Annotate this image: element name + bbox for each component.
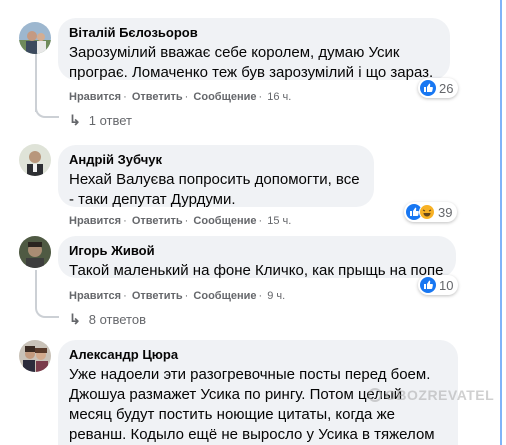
message-link[interactable]: Сообщение [193, 290, 256, 302]
comment-actions: Нравится · Ответить · Сообщение · 15 ч. [69, 215, 292, 227]
comment-actions: Нравится · Ответить · Сообщение · 16 ч. [69, 91, 292, 103]
replies-count[interactable]: 1 ответ [89, 113, 132, 128]
replies-count[interactable]: 8 ответов [89, 312, 146, 327]
reaction-number: 39 [438, 204, 453, 220]
comment-time[interactable]: 15 ч. [267, 215, 291, 227]
view-replies[interactable]: ↳ 1 ответ [69, 112, 132, 129]
right-border [500, 0, 502, 445]
message-link[interactable]: Сообщение [193, 91, 256, 103]
view-replies[interactable]: ↳ 8 ответов [69, 311, 146, 328]
reaction-count[interactable]: 26 [418, 78, 459, 98]
like-link[interactable]: Нравится [69, 290, 121, 302]
comment-text: Такой маленький на фоне Кличко, как прыщ… [69, 262, 444, 279]
like-link[interactable]: Нравится [69, 91, 121, 103]
thread-curve [35, 104, 59, 118]
reaction-number: 26 [439, 80, 454, 96]
comment-actions: Нравится · Ответить · Сообщение · 9 ч. [69, 290, 286, 302]
watermark-text: OBOZREVATEL [385, 387, 495, 403]
comment-bubble: Андрій Зубчук Нехай Валуєва попросить до… [58, 145, 374, 208]
reply-link[interactable]: Ответить [132, 91, 183, 103]
haha-reaction-icon [419, 204, 435, 220]
watermark: OBOZREVATEL [368, 387, 494, 403]
message-link[interactable]: Сообщение [193, 215, 256, 227]
like-link[interactable]: Нравится [69, 215, 121, 227]
avatar[interactable] [19, 144, 51, 176]
comment-text: Нехай Валуєва попросить допомогти, все -… [69, 171, 360, 208]
reaction-count[interactable]: 10 [418, 275, 459, 295]
reply-arrow-icon: ↳ [69, 112, 81, 128]
reply-arrow-icon: ↳ [69, 311, 81, 327]
reaction-number: 10 [439, 277, 454, 293]
comment-author[interactable]: Александр Цюра [69, 347, 447, 363]
comment-text: Зарозумілий вважає себе королем, думаю У… [69, 44, 434, 81]
avatar[interactable] [19, 22, 51, 54]
comment-author[interactable]: Игорь Живой [69, 243, 445, 259]
reaction-count[interactable]: 39 [404, 202, 458, 222]
reply-link[interactable]: Ответить [132, 215, 183, 227]
comment-text: Уже надоели эти разогревочные посты пере… [69, 366, 435, 443]
like-reaction-icon [420, 277, 436, 293]
thread-line [35, 270, 37, 308]
comment-bubble: Віталій Бєлозьоров Зарозумілий вважає се… [58, 18, 450, 81]
comment-author[interactable]: Віталій Бєлозьоров [69, 25, 439, 41]
thread-curve [35, 304, 59, 318]
reply-link[interactable]: Ответить [132, 290, 183, 302]
avatar[interactable] [19, 236, 51, 268]
avatar[interactable] [19, 340, 51, 372]
like-reaction-icon [420, 80, 436, 96]
comment-bubble: Игорь Живой Такой маленький на фоне Клич… [58, 236, 456, 279]
comment-author[interactable]: Андрій Зубчук [69, 152, 363, 168]
comment-time[interactable]: 16 ч. [267, 91, 291, 103]
watermark-logo-icon [368, 388, 382, 402]
comment-time[interactable]: 9 ч. [267, 290, 285, 302]
